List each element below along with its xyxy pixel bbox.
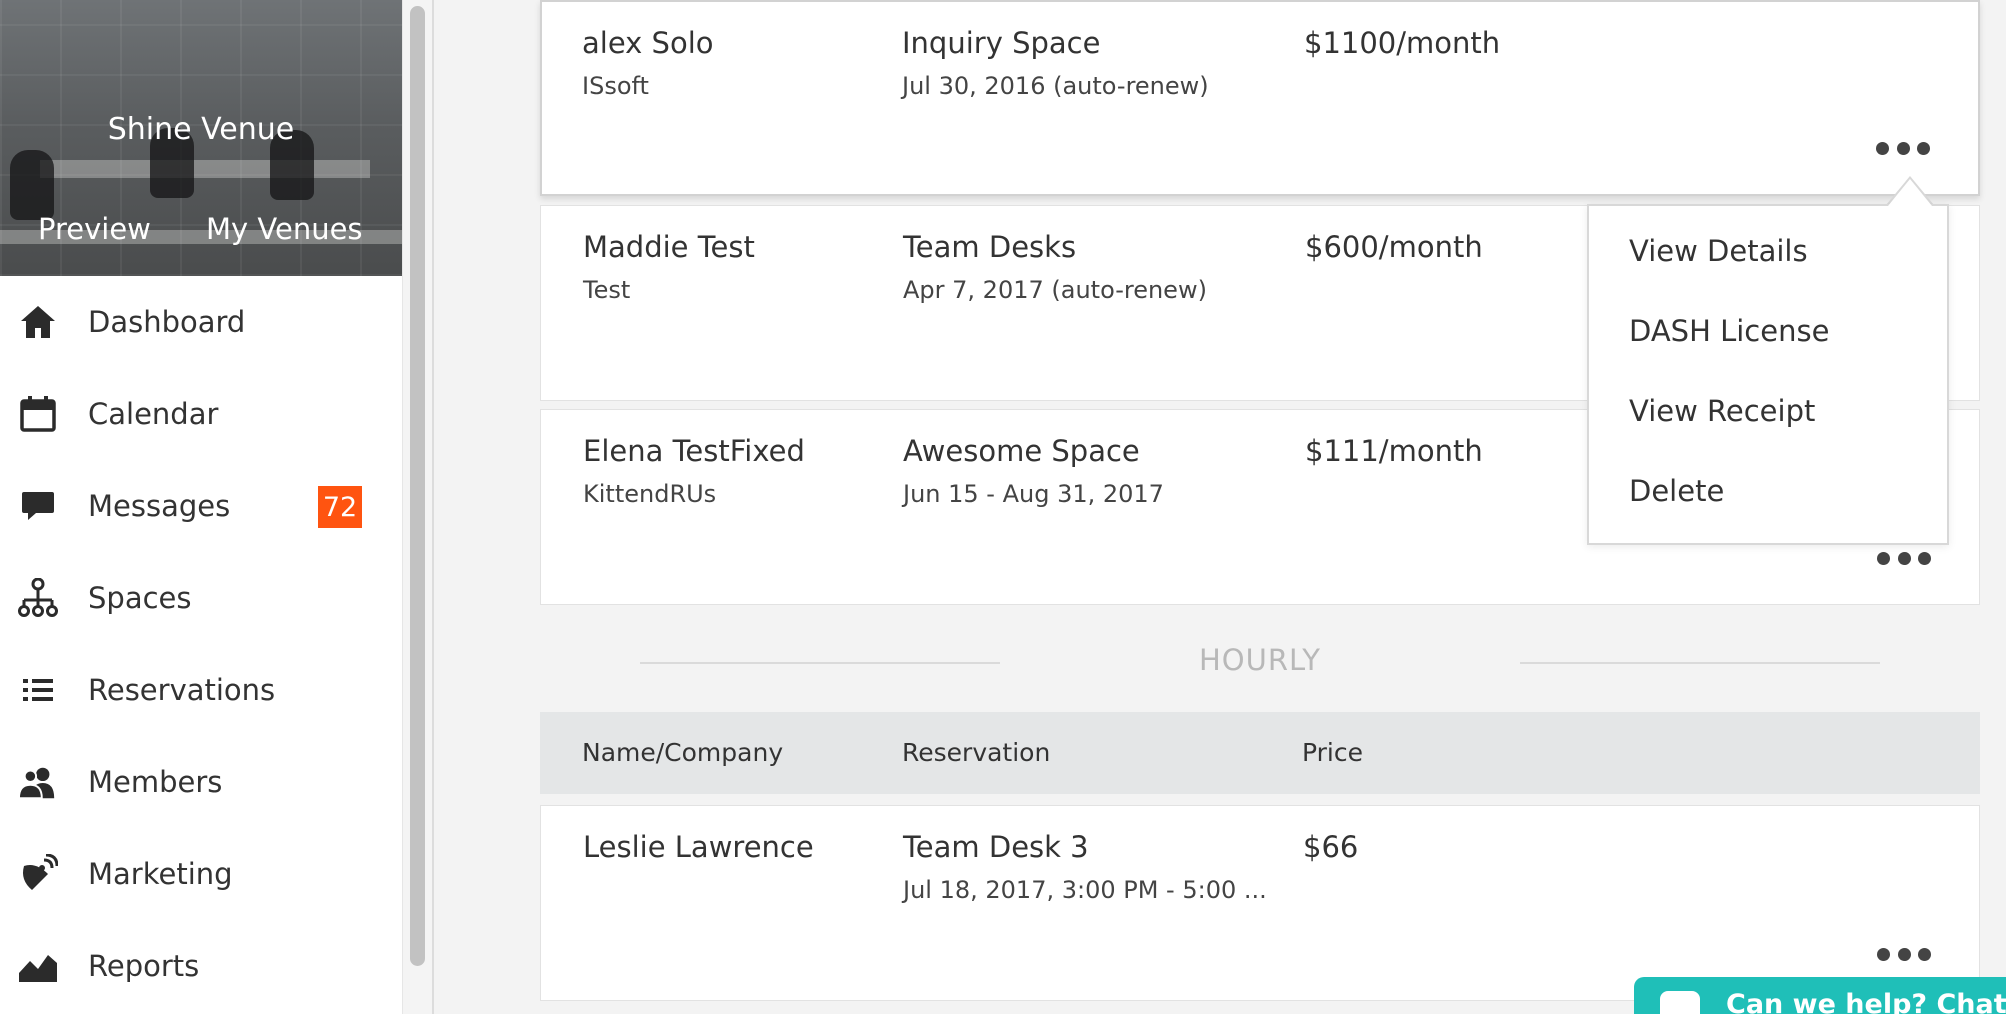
menu-item-delete[interactable]: Delete bbox=[1629, 474, 1724, 508]
section-divider-right bbox=[1520, 662, 1880, 664]
sidebar-item-label: Reservations bbox=[88, 673, 276, 707]
menu-item-view-receipt[interactable]: View Receipt bbox=[1629, 394, 1815, 428]
messages-count-badge: 72 bbox=[318, 486, 362, 528]
space-name: Inquiry Space bbox=[902, 26, 1101, 60]
chat-widget-button[interactable]: Can we help? Chat no bbox=[1634, 977, 2006, 1014]
sidebar-item-label: Dashboard bbox=[88, 305, 246, 339]
marketing-icon bbox=[18, 854, 58, 894]
my-venues-link[interactable]: My Venues bbox=[206, 212, 363, 246]
more-options-icon[interactable] bbox=[1877, 552, 1931, 566]
more-options-icon[interactable] bbox=[1877, 948, 1931, 962]
sidebar-item-label: Members bbox=[88, 765, 223, 799]
column-header-name: Name/Company bbox=[582, 738, 784, 767]
chat-bubble-icon bbox=[1660, 991, 1700, 1014]
sidebar-item-reservations[interactable]: Reservations bbox=[0, 644, 402, 736]
sidebar-scrollbar-thumb[interactable] bbox=[410, 6, 425, 966]
hourly-table-header: Name/Company Reservation Price bbox=[540, 712, 1980, 794]
calendar-icon bbox=[18, 394, 58, 434]
reservation-price: $1100/month bbox=[1304, 26, 1501, 60]
space-name: Awesome Space bbox=[903, 434, 1140, 468]
message-icon bbox=[18, 486, 58, 526]
sidebar-item-calendar[interactable]: Calendar bbox=[0, 368, 402, 460]
content-divider bbox=[432, 0, 434, 1014]
member-name: Leslie Lawrence bbox=[583, 830, 814, 864]
sidebar-item-reports[interactable]: Reports bbox=[0, 920, 402, 1012]
sidebar-scrollbar[interactable] bbox=[402, 0, 432, 1014]
sidebar-nav: Dashboard Calendar Messages Spaces Reser… bbox=[0, 276, 402, 1012]
hourly-section-title: HOURLY bbox=[1198, 643, 1322, 677]
office-desk-shape bbox=[40, 160, 370, 178]
member-name: Elena TestFixed bbox=[583, 434, 805, 468]
members-icon bbox=[18, 762, 58, 802]
menu-item-dash-license[interactable]: DASH License bbox=[1629, 314, 1829, 348]
sidebar-item-label: Marketing bbox=[88, 857, 233, 891]
spaces-icon bbox=[18, 578, 58, 618]
preview-link[interactable]: Preview bbox=[38, 212, 151, 246]
member-company: KittendRUs bbox=[583, 480, 717, 508]
sidebar-item-spaces[interactable]: Spaces bbox=[0, 552, 402, 644]
home-icon bbox=[18, 302, 58, 342]
reservation-dates: Jun 15 - Aug 31, 2017 bbox=[903, 480, 1164, 508]
list-icon bbox=[18, 670, 58, 710]
sidebar-item-dashboard[interactable]: Dashboard bbox=[0, 276, 402, 368]
sidebar-item-members[interactable]: Members bbox=[0, 736, 402, 828]
actions-dropdown-menu: View Details DASH License View Receipt D… bbox=[1587, 204, 1949, 545]
sidebar-item-label: Calendar bbox=[88, 397, 219, 431]
venue-header: Shine Venue Preview My Venues bbox=[0, 0, 402, 276]
space-name: Team Desk 3 bbox=[903, 830, 1089, 864]
member-name: alex Solo bbox=[582, 26, 714, 60]
reservation-card[interactable]: Leslie Lawrence Team Desk 3 Jul 18, 2017… bbox=[540, 805, 1980, 1001]
member-company: ISsoft bbox=[582, 72, 649, 100]
sidebar: Shine Venue Preview My Venues Dashboard … bbox=[0, 0, 402, 1014]
reservation-dates: Jul 18, 2017, 3:00 PM - 5:00 ... bbox=[903, 876, 1267, 904]
reservation-price: $66 bbox=[1303, 830, 1359, 864]
menu-item-view-details[interactable]: View Details bbox=[1629, 234, 1808, 268]
reservation-price: $111/month bbox=[1305, 434, 1483, 468]
chat-widget-label: Can we help? Chat no bbox=[1726, 989, 2006, 1014]
sidebar-item-marketing[interactable]: Marketing bbox=[0, 828, 402, 920]
reports-icon bbox=[18, 946, 58, 986]
sidebar-item-label: Spaces bbox=[88, 581, 192, 615]
column-header-price: Price bbox=[1302, 738, 1363, 767]
space-name: Team Desks bbox=[903, 230, 1077, 264]
member-name: Maddie Test bbox=[583, 230, 755, 264]
office-chair-shape bbox=[10, 150, 54, 220]
dropdown-caret-fill bbox=[1888, 179, 1932, 206]
member-company: Test bbox=[583, 276, 631, 304]
sidebar-item-label: Messages bbox=[88, 489, 231, 523]
reservation-price: $600/month bbox=[1305, 230, 1483, 264]
reservation-dates: Jul 30, 2016 (auto-renew) bbox=[902, 72, 1209, 100]
more-options-icon[interactable] bbox=[1876, 142, 1930, 156]
column-header-reservation: Reservation bbox=[902, 738, 1051, 767]
venue-name: Shine Venue bbox=[107, 112, 295, 147]
reservation-dates: Apr 7, 2017 (auto-renew) bbox=[903, 276, 1207, 304]
sidebar-item-label: Reports bbox=[88, 949, 200, 983]
reservation-card[interactable]: alex Solo ISsoft Inquiry Space Jul 30, 2… bbox=[540, 0, 1980, 196]
